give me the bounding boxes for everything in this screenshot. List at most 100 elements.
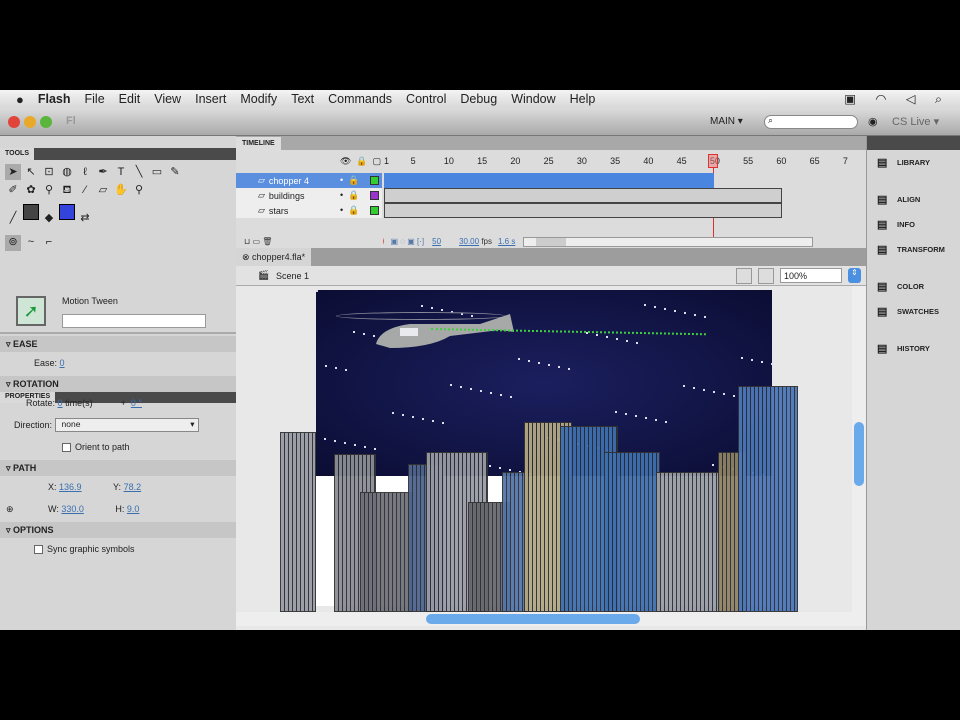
panel-info[interactable]: ▤ INFO <box>867 212 960 237</box>
subselection-tool-icon[interactable]: ↖ <box>23 164 39 180</box>
menu-insert[interactable]: Insert <box>195 92 226 106</box>
eraser-icon[interactable]: ▱ <box>95 182 111 198</box>
rotation-section-header[interactable]: ▿ ROTATION <box>0 376 236 392</box>
panel-swatches[interactable]: ▤ SWATCHES <box>867 299 960 324</box>
menu-flash[interactable]: Flash <box>38 92 71 106</box>
new-folder-icon[interactable]: ▭ <box>252 237 260 246</box>
smooth-icon[interactable]: ~ <box>23 235 39 251</box>
playhead[interactable] <box>708 154 718 168</box>
menu-control[interactable]: Control <box>406 92 446 106</box>
tween-span[interactable] <box>384 173 714 188</box>
layer-row[interactable]: ▱ stars • 🔒 <box>236 203 382 218</box>
workspace-switcher[interactable]: MAIN ▾ <box>710 116 743 127</box>
panel-library[interactable]: ▤ LIBRARY <box>867 150 960 175</box>
fps-unit: fps <box>481 237 492 246</box>
menu-modify[interactable]: Modify <box>240 92 277 106</box>
minimize-button[interactable] <box>24 116 36 128</box>
edit-scene-button[interactable] <box>736 268 752 284</box>
orient-to-path-checkbox[interactable] <box>62 442 71 452</box>
options-section-header[interactable]: ▿ OPTIONS <box>0 522 236 538</box>
stage-vscrollbar[interactable] <box>852 286 866 612</box>
free-transform-icon[interactable]: ⊡ <box>41 164 57 180</box>
center-frame-icon[interactable]: ⍿ <box>382 237 384 247</box>
bone-tool-icon[interactable]: ⚲ <box>41 182 57 198</box>
frame-tick: 1 <box>384 156 390 166</box>
onion-skin-icons[interactable]: ▣ ◌ ▣ [·] <box>391 237 425 246</box>
delete-layer-icon[interactable]: 🗑 <box>262 237 272 246</box>
eyedropper-icon[interactable]: ⁄ <box>77 182 93 198</box>
zoom-select[interactable]: 100% <box>780 268 842 283</box>
pen-tool-icon[interactable]: ✒ <box>95 164 111 180</box>
panel-color[interactable]: ▤ COLOR <box>867 274 960 299</box>
lasso-icon[interactable]: ℓ <box>77 164 93 180</box>
menu-file[interactable]: File <box>85 92 105 106</box>
paint-bucket-icon[interactable]: ⛾ <box>59 182 75 198</box>
layer-row[interactable]: ▱ buildings • 🔒 <box>236 188 382 203</box>
zoom-stepper[interactable]: ⇕ <box>848 268 861 283</box>
rectangle-tool-icon[interactable]: ▭ <box>149 164 165 180</box>
menu-commands[interactable]: Commands <box>328 92 392 106</box>
layer-header-icons[interactable]: 👁🔒▢ <box>340 156 386 167</box>
brush-tool-icon[interactable]: ✐ <box>5 182 21 198</box>
swap-colors-icon[interactable]: ⇄ <box>77 211 93 227</box>
straighten-icon[interactable]: ⌐ <box>41 235 57 251</box>
scene-breadcrumb[interactable]: Scene 1 <box>276 271 309 281</box>
text-tool-icon[interactable]: T <box>113 164 129 180</box>
menu-help[interactable]: Help <box>570 92 596 106</box>
close-button[interactable] <box>8 116 20 128</box>
rotate-times-value[interactable]: 0 <box>58 398 63 408</box>
fill-swatch[interactable] <box>59 204 75 220</box>
menu-debug[interactable]: Debug <box>460 92 497 106</box>
sync-checkbox[interactable] <box>34 544 43 554</box>
menu-window[interactable]: Window <box>511 92 555 106</box>
timeline-hscrollbar[interactable] <box>523 236 814 247</box>
status-icons[interactable]: ▣ ◠ ◁ ⌕ <box>844 91 950 107</box>
new-layer-icon[interactable]: ⊔ <box>244 237 250 246</box>
ease-section-header[interactable]: ▿ EASE <box>0 336 236 352</box>
layer-row[interactable]: ▱ chopper 4 • 🔒 <box>236 173 382 188</box>
snap-to-objects-icon[interactable]: ⊚ <box>5 234 21 251</box>
tween-span[interactable] <box>384 188 782 203</box>
instance-name-input[interactable] <box>62 314 206 328</box>
search-input[interactable] <box>764 115 858 129</box>
3d-rotation-icon[interactable]: ◍ <box>59 164 75 180</box>
rotate-degrees-value[interactable]: 0 ° <box>131 398 142 408</box>
menu-view[interactable]: View <box>154 92 181 106</box>
deco-tool-icon[interactable]: ✿ <box>23 182 39 198</box>
zoom-button[interactable] <box>40 116 52 128</box>
document-tab[interactable]: ⊗ chopper4.fla* <box>236 248 312 266</box>
edit-symbols-button[interactable] <box>758 268 774 284</box>
direction-select[interactable]: none ▾ <box>54 418 199 432</box>
panel-align[interactable]: ▤ ALIGN <box>867 187 960 212</box>
lock-proportions-icon[interactable]: ⊕ <box>6 504 48 515</box>
frame-ruler[interactable]: 151015202530354045505560657 <box>384 156 854 170</box>
current-frame-value[interactable]: 50 <box>432 237 441 246</box>
menu-edit[interactable]: Edit <box>119 92 141 106</box>
line-tool-icon[interactable]: ╲ <box>131 164 147 180</box>
zoom-tool-icon[interactable]: ⚲ <box>131 182 147 198</box>
pencil-tool-icon[interactable]: ✎ <box>167 164 183 180</box>
apple-icon[interactable]: ● <box>16 92 24 107</box>
panel-transform[interactable]: ▤ TRANSFORM <box>867 237 960 262</box>
fill-color-icon[interactable]: ◆ <box>41 211 57 227</box>
buildings[interactable] <box>280 346 800 612</box>
h-value[interactable]: 9.0 <box>127 504 140 514</box>
x-value[interactable]: 136.9 <box>59 482 113 492</box>
fps-value[interactable]: 30.00 <box>459 237 479 246</box>
elapsed-time-value[interactable]: 1.6 s <box>498 237 515 246</box>
tools-panel-tab[interactable]: TOOLS <box>0 148 236 160</box>
w-value[interactable]: 330.0 <box>61 504 115 514</box>
stroke-swatch[interactable] <box>23 204 39 220</box>
ease-value[interactable]: 0 <box>60 358 65 368</box>
menu-text[interactable]: Text <box>291 92 314 106</box>
stroke-color-icon[interactable]: ╱ <box>5 211 21 227</box>
hand-tool-icon[interactable]: ✋ <box>113 182 129 198</box>
stage-hscrollbar[interactable] <box>236 612 866 626</box>
y-value[interactable]: 78.2 <box>124 482 142 492</box>
path-section-header[interactable]: ▿ PATH <box>0 460 236 476</box>
timeline-tab[interactable]: TIMELINE <box>236 137 281 151</box>
tween-span[interactable] <box>384 203 782 218</box>
cs-live-button[interactable]: CS Live ▾ <box>892 115 939 128</box>
selection-tool-icon[interactable]: ➤ <box>5 164 21 180</box>
panel-history[interactable]: ▤ HISTORY <box>867 336 960 361</box>
